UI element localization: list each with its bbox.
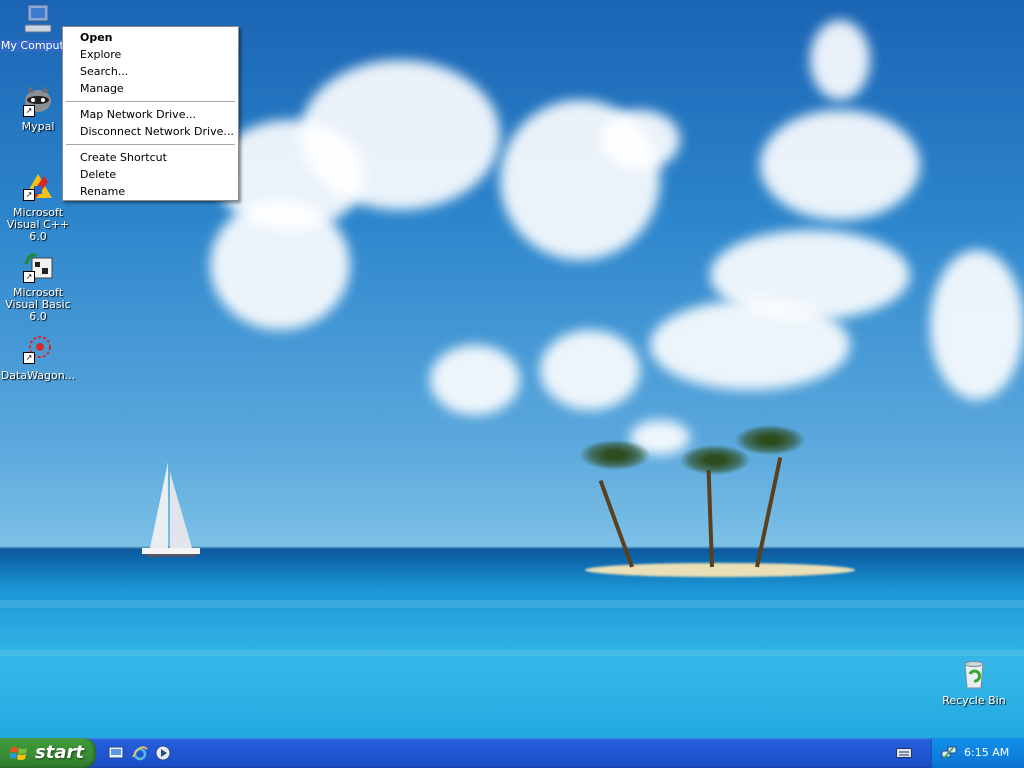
clock[interactable]: 6:15 AM: [964, 746, 1009, 759]
sea-shimmer: [0, 650, 1024, 656]
desktop-icon-label: Microsoft Visual C++ 6.0: [6, 206, 70, 243]
menu-item-map-network-drive[interactable]: Map Network Drive...: [63, 106, 238, 123]
shortcut-arrow-icon: ↗: [23, 105, 35, 117]
menu-separator: [66, 144, 235, 145]
menu-item-open[interactable]: Open: [63, 29, 238, 46]
sailboat: [142, 462, 200, 557]
desktop-icon-label: Recycle Bin: [942, 694, 1006, 707]
palm-fronds: [735, 425, 805, 455]
shortcut-arrow-icon: ↗: [23, 189, 35, 201]
palm-trunk: [598, 479, 634, 568]
palm-fronds: [580, 440, 650, 470]
wallpaper-cloud: [810, 20, 870, 100]
menu-item-explore[interactable]: Explore: [63, 46, 238, 63]
desktop-icon-label: Microsoft Visual Basic 6.0: [5, 286, 71, 323]
menu-item-rename[interactable]: Rename: [63, 183, 238, 200]
shortcut-arrow-icon: ↗: [23, 271, 35, 283]
network-connection-icon[interactable]: [941, 745, 957, 761]
island: [585, 563, 855, 577]
desktop-wallpaper[interactable]: My Computer ↗ Mypal ↗ Microsoft Visual C…: [0, 0, 1024, 738]
start-label: start: [35, 742, 84, 763]
menu-item-create-shortcut[interactable]: Create Shortcut: [63, 149, 238, 166]
sea-shimmer: [0, 600, 1024, 608]
wallpaper-cloud: [540, 330, 640, 410]
desktop-icon-visual-basic[interactable]: ↗ Microsoft Visual Basic 6.0: [0, 250, 76, 323]
start-button[interactable]: start: [0, 738, 96, 768]
internet-explorer-icon[interactable]: [132, 745, 148, 761]
wallpaper-cloud: [300, 60, 500, 210]
keyboard-icon[interactable]: [896, 746, 912, 760]
recycle-bin-icon: [964, 661, 984, 689]
shortcut-arrow-icon: ↗: [23, 352, 35, 364]
wallpaper-cloud: [710, 230, 910, 320]
wallpaper-cloud: [210, 200, 350, 330]
show-desktop-icon[interactable]: [108, 745, 124, 761]
desktop-icon-label: DataWagon...: [0, 369, 76, 382]
wallpaper-cloud: [430, 345, 520, 415]
system-tray: 6:15 AM: [931, 738, 1024, 768]
menu-item-search[interactable]: Search...: [63, 63, 238, 80]
menu-item-manage[interactable]: Manage: [63, 80, 238, 97]
desktop-icon-datawagon[interactable]: ↗ DataWagon...: [0, 333, 76, 382]
menu-item-delete[interactable]: Delete: [63, 166, 238, 183]
palm-trunk: [706, 469, 714, 568]
wallpaper-cloud: [600, 110, 680, 170]
palm-trunk: [755, 457, 783, 568]
windows-logo-icon: [10, 747, 27, 760]
wallpaper-cloud: [760, 110, 920, 220]
taskbar: start 6:15 AM: [0, 738, 1024, 768]
palm-fronds: [680, 445, 750, 475]
my-computer-icon: [24, 4, 52, 33]
wallpaper-cloud: [930, 250, 1024, 400]
desktop-icon-recycle-bin[interactable]: Recycle Bin: [936, 658, 1012, 707]
context-menu: Open Explore Search... Manage Map Networ…: [62, 26, 239, 201]
menu-item-disconnect-network-drive[interactable]: Disconnect Network Drive...: [63, 123, 238, 140]
menu-separator: [66, 101, 235, 102]
media-player-icon[interactable]: [155, 745, 171, 761]
